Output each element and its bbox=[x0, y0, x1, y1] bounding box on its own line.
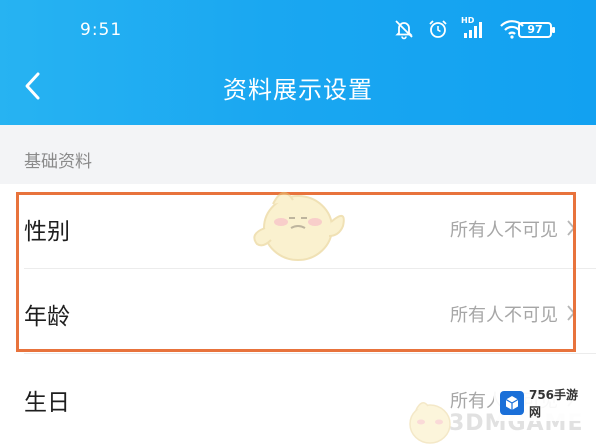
list-item-value: 所有人不可见 bbox=[450, 305, 558, 326]
cube-logo-icon bbox=[500, 391, 524, 415]
list-item-label: 年龄 bbox=[24, 304, 70, 330]
badge-text: 756手游网 bbox=[528, 388, 579, 419]
bell-off-icon bbox=[393, 18, 415, 44]
status-time: 9:51 bbox=[80, 20, 123, 40]
app-header: 9:51 HD 97 资料展示设置 bbox=[0, 0, 596, 125]
chevron-right-icon bbox=[567, 305, 576, 321]
battery-icon: 97 bbox=[518, 22, 555, 38]
signal-hd-label: HD bbox=[461, 16, 475, 25]
list-item-age[interactable]: 年龄 所有人不可见 bbox=[0, 269, 596, 353]
list-item-value: 所有人不可见 bbox=[450, 220, 558, 241]
signal-icon: HD bbox=[461, 16, 487, 44]
page-title: 资料展示设置 bbox=[223, 76, 373, 104]
alarm-icon bbox=[427, 18, 449, 44]
section-title: 基础资料 bbox=[24, 152, 92, 172]
chevron-right-icon bbox=[567, 220, 576, 236]
list-item-gender[interactable]: 性别 所有人不可见 bbox=[0, 184, 596, 268]
list-item-label: 生日 bbox=[24, 390, 70, 416]
status-icons: HD bbox=[393, 16, 537, 44]
divider bbox=[24, 353, 596, 354]
site-badge: 756手游网 bbox=[494, 385, 590, 421]
list-item-label: 性别 bbox=[24, 219, 70, 245]
